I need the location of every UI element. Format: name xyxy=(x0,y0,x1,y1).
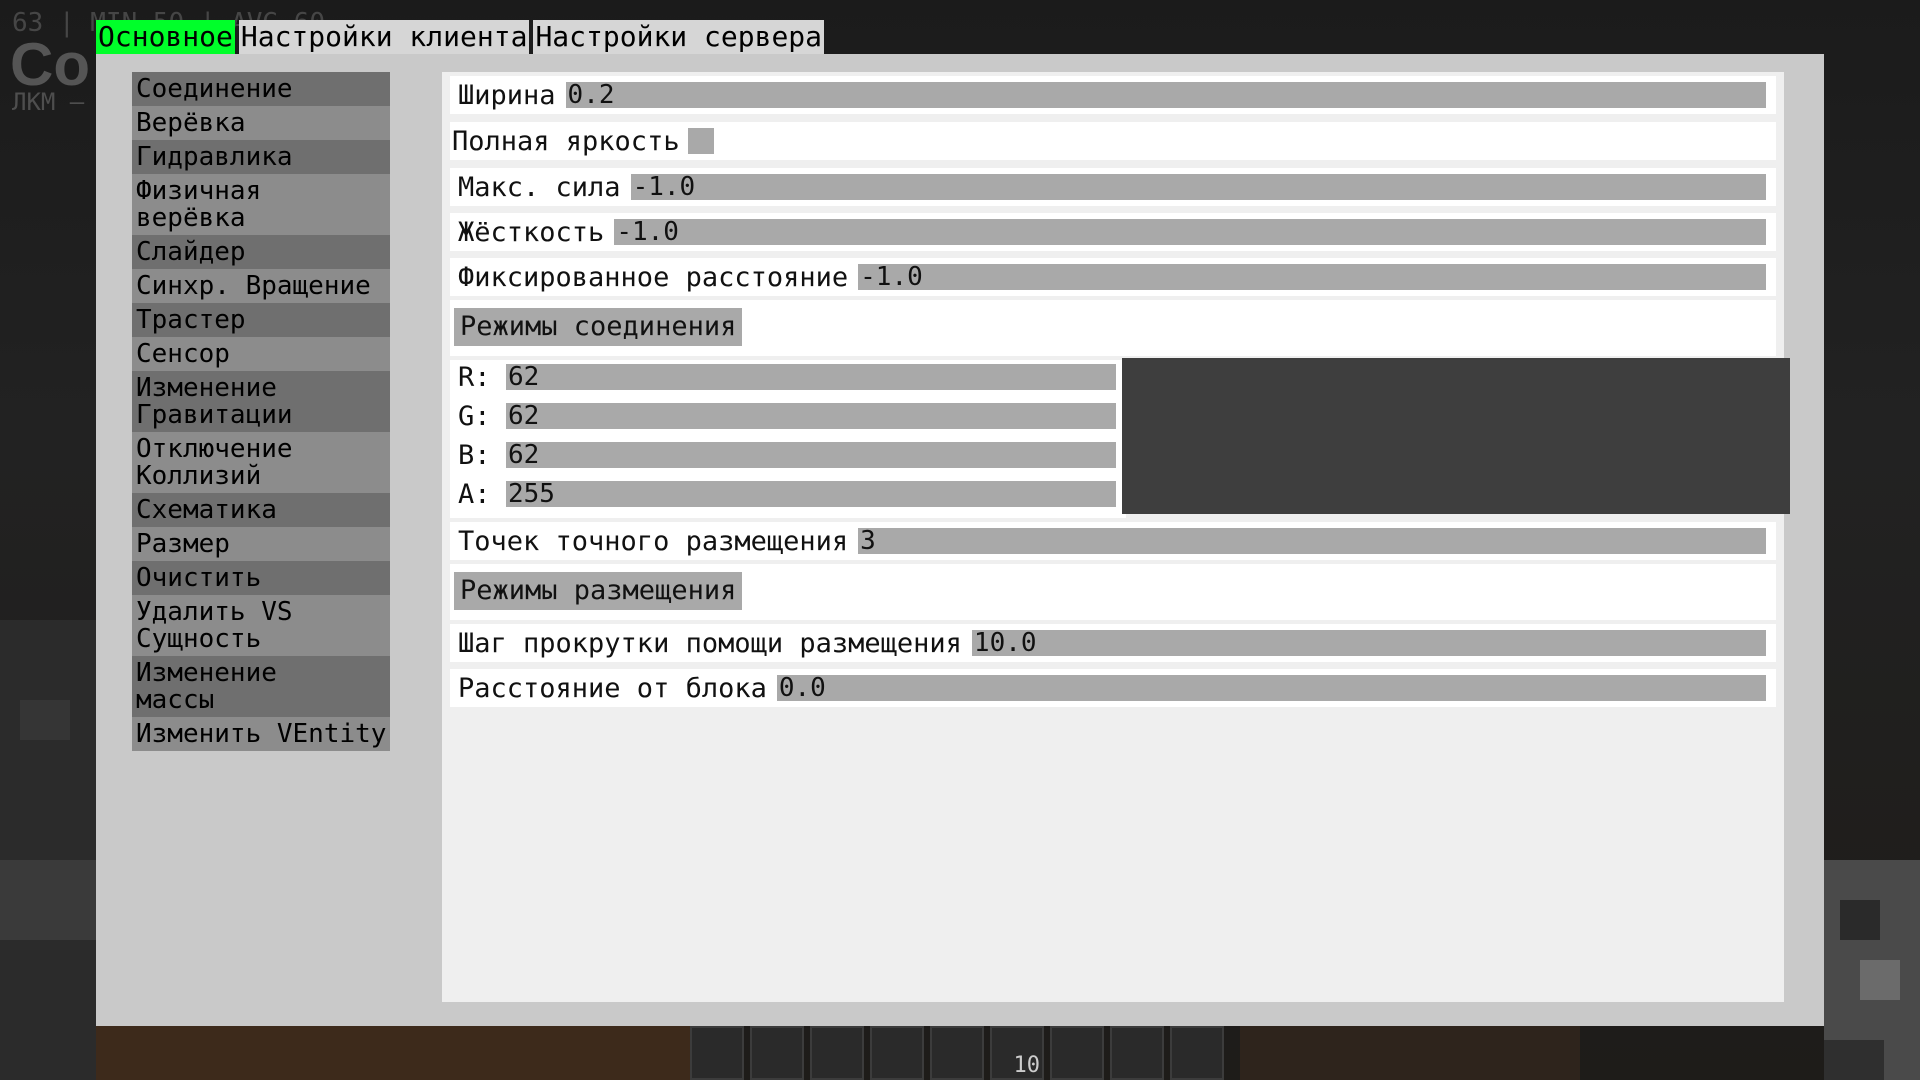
color-b-row: B: 62 xyxy=(450,439,1126,471)
width-input[interactable]: 0.2 xyxy=(565,82,1766,108)
hotbar-slot[interactable] xyxy=(810,1026,864,1080)
color-g-row: G: 62 xyxy=(450,400,1126,432)
tool-sidebar: Соединение Верёвка Гидравлика Физичная в… xyxy=(132,72,390,751)
color-r-row: R: 62 xyxy=(450,361,1126,393)
color-r-label: R: xyxy=(458,361,491,393)
sidebar-item-connection[interactable]: Соединение xyxy=(132,72,390,106)
setting-fullbright: Полная яркость xyxy=(450,122,1776,160)
tab-client-settings[interactable]: Настройки клиента xyxy=(238,20,530,54)
fixed-distance-input[interactable]: -1.0 xyxy=(858,264,1766,290)
sidebar-item-thruster[interactable]: Трастер xyxy=(132,303,390,337)
sidebar-item-schematic[interactable]: Схематика xyxy=(132,493,390,527)
sidebar-item-scale[interactable]: Размер xyxy=(132,527,390,561)
max-force-input[interactable]: -1.0 xyxy=(630,174,1766,200)
tab-main[interactable]: Основное xyxy=(96,20,235,54)
sidebar-item-mass-change[interactable]: Изменение массы xyxy=(132,656,390,717)
scroll-step-label: Шаг прокрутки помощи размещения xyxy=(458,627,962,659)
fullbright-label: Полная яркость xyxy=(452,125,680,157)
hotbar-slot[interactable]: 10 xyxy=(990,1026,1044,1080)
hotbar-slot[interactable] xyxy=(870,1026,924,1080)
tab-bar: Основное Настройки клиента Настройки сер… xyxy=(96,20,825,54)
stiffness-input[interactable]: -1.0 xyxy=(614,219,1766,245)
hud-hint-text: ЛКМ – xyxy=(12,88,85,116)
hotbar-slot[interactable] xyxy=(750,1026,804,1080)
block-distance-input[interactable]: 0.0 xyxy=(776,675,1766,701)
hotbar-slot[interactable] xyxy=(930,1026,984,1080)
sidebar-item-physical-rope[interactable]: Физичная верёвка xyxy=(132,174,390,235)
color-b-input[interactable]: 62 xyxy=(506,442,1116,468)
sidebar-item-slider[interactable]: Слайдер xyxy=(132,235,390,269)
setting-precise-points: Точек точного размещения 3 xyxy=(450,522,1776,560)
connection-modes-button[interactable]: Режимы соединения xyxy=(454,308,743,346)
sidebar-item-delete-vs-entity[interactable]: Удалить VS Сущность xyxy=(132,595,390,656)
fullbright-checkbox[interactable] xyxy=(687,128,714,154)
sidebar-item-hydraulics[interactable]: Гидравлика xyxy=(132,140,390,174)
hotbar-slot[interactable] xyxy=(690,1026,744,1080)
setting-stiffness: Жёсткость -1.0 xyxy=(450,213,1776,251)
settings-panel: Ширина 0.2 Полная яркость Макс. сила -1.… xyxy=(442,72,1790,1002)
block-distance-label: Расстояние от блока xyxy=(458,672,767,704)
stiffness-label: Жёсткость xyxy=(458,216,605,248)
precise-points-input[interactable]: 3 xyxy=(858,528,1766,554)
color-a-row: A: 255 xyxy=(450,478,1126,510)
placement-modes-row: Режимы размещения xyxy=(450,564,1776,620)
fixed-distance-label: Фиксированное расстояние xyxy=(458,261,849,293)
max-force-label: Макс. сила xyxy=(458,171,621,203)
width-label: Ширина xyxy=(458,79,556,111)
hotbar: 10 xyxy=(690,1026,1230,1080)
color-preview-swatch xyxy=(1122,358,1790,514)
hotbar-slot[interactable] xyxy=(1170,1026,1224,1080)
setting-width: Ширина 0.2 xyxy=(450,76,1776,114)
sidebar-item-rope[interactable]: Верёвка xyxy=(132,106,390,140)
color-a-label: A: xyxy=(458,478,491,510)
color-g-input[interactable]: 62 xyxy=(506,403,1116,429)
color-a-input[interactable]: 255 xyxy=(506,481,1116,507)
color-r-input[interactable]: 62 xyxy=(506,364,1116,390)
setting-max-force: Макс. сила -1.0 xyxy=(450,168,1776,206)
setting-fixed-distance: Фиксированное расстояние -1.0 xyxy=(450,258,1776,296)
scroll-step-input[interactable]: 10.0 xyxy=(971,630,1766,656)
settings-window: Соединение Верёвка Гидравлика Физичная в… xyxy=(96,54,1824,1026)
sidebar-item-sync-rotation[interactable]: Синхр. Вращение xyxy=(132,269,390,303)
placement-modes-button[interactable]: Режимы размещения xyxy=(454,572,743,610)
item-count: 10 xyxy=(1013,1053,1041,1078)
setting-block-distance: Расстояние от блока 0.0 xyxy=(450,669,1776,707)
connection-modes-row: Режимы соединения xyxy=(450,300,1776,356)
sidebar-item-clear[interactable]: Очистить xyxy=(132,561,390,595)
sidebar-item-edit-ventity[interactable]: Изменить VEntity xyxy=(132,717,390,751)
precise-points-label: Точек точного размещения xyxy=(458,525,849,557)
color-picker: R: 62 G: 62 B: 62 A: 255 xyxy=(450,360,1126,518)
color-b-label: B: xyxy=(458,439,491,471)
setting-scroll-step: Шаг прокрутки помощи размещения 10.0 xyxy=(450,624,1776,662)
hotbar-slot[interactable] xyxy=(1050,1026,1104,1080)
sidebar-item-sensor[interactable]: Сенсор xyxy=(132,337,390,371)
sidebar-item-disable-collisions[interactable]: Отключение Коллизий xyxy=(132,432,390,493)
sidebar-item-gravity-change[interactable]: Изменение Гравитации xyxy=(132,371,390,432)
color-g-label: G: xyxy=(458,400,491,432)
hotbar-slot[interactable] xyxy=(1110,1026,1164,1080)
tab-server-settings[interactable]: Настройки сервера xyxy=(533,20,825,54)
